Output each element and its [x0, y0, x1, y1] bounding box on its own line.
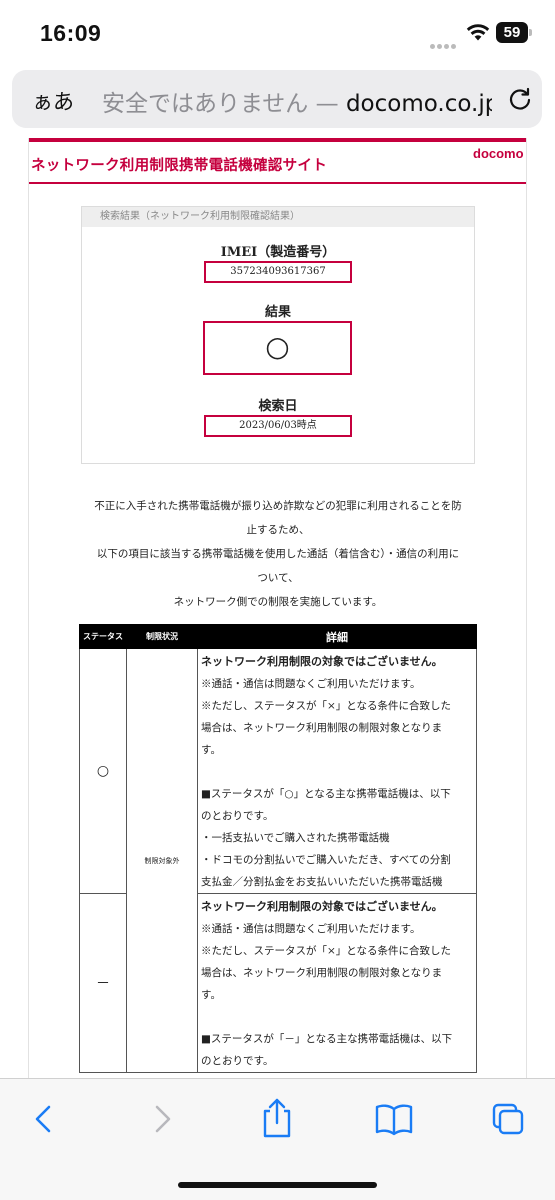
- address-bar[interactable]: ぁあ 安全ではありません — docomo.co.jp: [12, 70, 542, 128]
- detail-lead: ネットワーク利用制限の対象ではございません。: [201, 900, 443, 913]
- restriction-cell: 制限対象外: [126, 648, 198, 1073]
- forward-icon[interactable]: [144, 1101, 180, 1137]
- detail-line: す。: [201, 989, 221, 1001]
- column-header-restriction: 制限状況: [126, 624, 198, 649]
- docomo-logo[interactable]: docomo: [473, 146, 524, 161]
- notice-line: ネットワーク側での制限を実施しています。: [173, 596, 383, 608]
- detail-line: ■ステータスが「－」となる主な携帯電話機は、以下: [201, 1033, 453, 1045]
- battery-level: 59: [496, 22, 528, 43]
- tabs-icon[interactable]: [490, 1101, 526, 1137]
- status-table: ステータス 制限状況 詳細 ○ 制限対象外 ネットワーク利用制限の対象ではござい…: [79, 624, 477, 1073]
- detail-line: ・ドコモの分割払いでご購入いただき、すべての分割: [201, 854, 451, 866]
- home-indicator: [178, 1182, 377, 1188]
- share-icon[interactable]: [258, 1097, 296, 1139]
- notice-line: ついて、: [257, 572, 299, 584]
- reload-icon[interactable]: [506, 85, 534, 113]
- column-header-status: ステータス: [79, 624, 127, 649]
- detail-line: ※通話・通信は問題なくご利用いただけます。: [201, 678, 421, 690]
- notice-line: 以下の項目に該当する携帯電話機を使用した通話（着信含む）・通信の利用に: [96, 548, 460, 560]
- web-content: ネットワーク利用制限携帯電話機確認サイト docomo 検索結果（ネットワーク利…: [0, 138, 555, 1078]
- page-settings-button[interactable]: ぁあ: [32, 86, 74, 116]
- detail-line: のとおりです。: [201, 810, 274, 822]
- url-field[interactable]: 安全ではありません — docomo.co.jp: [102, 84, 492, 118]
- status-cell: －: [79, 893, 127, 1073]
- address-area: ぁあ 安全ではありません — docomo.co.jp: [0, 66, 555, 138]
- status-time: 16:09: [40, 20, 102, 46]
- notice-text: 不正に入手された携帯電話機が振り込め詐欺などの犯罪に利用されることを防 止するた…: [73, 494, 483, 614]
- detail-lead: ネットワーク利用制限の対象ではございません。: [201, 655, 443, 668]
- signal-dots-icon: [430, 34, 460, 49]
- detail-line: ■ステータスが「○」となる主な携帯電話機は、以下: [201, 788, 451, 800]
- site-title: ネットワーク利用制限携帯電話機確認サイト: [31, 158, 327, 174]
- detail-line: のとおりです。: [201, 1055, 274, 1067]
- status-bar: 16:09 59: [0, 0, 555, 66]
- detail-cell: ネットワーク利用制限の対象ではございません。 ※通話・通信は問題なくご利用いただ…: [197, 893, 477, 1073]
- back-icon[interactable]: [26, 1101, 62, 1137]
- url-domain: docomo.co.jp: [345, 91, 492, 117]
- bookmarks-icon[interactable]: [374, 1101, 414, 1137]
- column-header-detail: 詳細: [197, 624, 477, 649]
- search-result-box: 検索結果（ネットワーク利用制限確認結果） IMEI（製造番号） 35723409…: [81, 206, 475, 464]
- page-container: ネットワーク利用制限携帯電話機確認サイト docomo 検索結果（ネットワーク利…: [28, 138, 527, 1078]
- imei-value: 357234093617367: [204, 261, 352, 283]
- notice-line: 止するため、: [246, 524, 310, 536]
- status-cell: ○: [79, 648, 127, 894]
- detail-cell: ネットワーク利用制限の対象ではございません。 ※通話・通信は問題なくご利用いただ…: [197, 648, 477, 894]
- detail-line: す。: [201, 744, 221, 756]
- battery-icon: 59: [496, 22, 532, 43]
- result-value: ○: [203, 321, 352, 375]
- table-row: ○ 制限対象外 ネットワーク利用制限の対象ではございません。 ※通話・通信は問題…: [79, 648, 477, 1073]
- wifi-icon: [466, 24, 490, 41]
- detail-line: ※ただし、ステータスが「×」となる条件に合致した: [201, 700, 451, 712]
- date-value: 2023/06/03時点: [204, 415, 352, 437]
- detail-line: 場合は、ネットワーク利用制限の制限対象となりま: [201, 722, 443, 734]
- detail-line: 支払金／分割払金をお支払いいただいた携帯電話機: [201, 876, 443, 888]
- not-secure-label: 安全ではありません —: [102, 91, 346, 117]
- date-label: 検索日: [258, 399, 298, 414]
- notice-line: 不正に入手された携帯電話機が振り込め詐欺などの犯罪に利用されることを防: [94, 500, 462, 512]
- detail-line: ※通話・通信は問題なくご利用いただけます。: [201, 923, 421, 935]
- detail-line: 場合は、ネットワーク利用制限の制限対象となりま: [201, 967, 443, 979]
- site-header: ネットワーク利用制限携帯電話機確認サイト docomo: [29, 138, 526, 184]
- result-heading: 検索結果（ネットワーク利用制限確認結果）: [82, 207, 474, 227]
- result-label: 結果: [264, 305, 291, 320]
- detail-line: ・一括支払いでご購入された携帯電話機: [201, 832, 390, 844]
- detail-line: ※ただし、ステータスが「×」となる条件に合致した: [201, 945, 451, 957]
- imei-label: IMEI（製造番号）: [220, 245, 336, 260]
- table-header-row: ステータス 制限状況 詳細: [79, 624, 477, 649]
